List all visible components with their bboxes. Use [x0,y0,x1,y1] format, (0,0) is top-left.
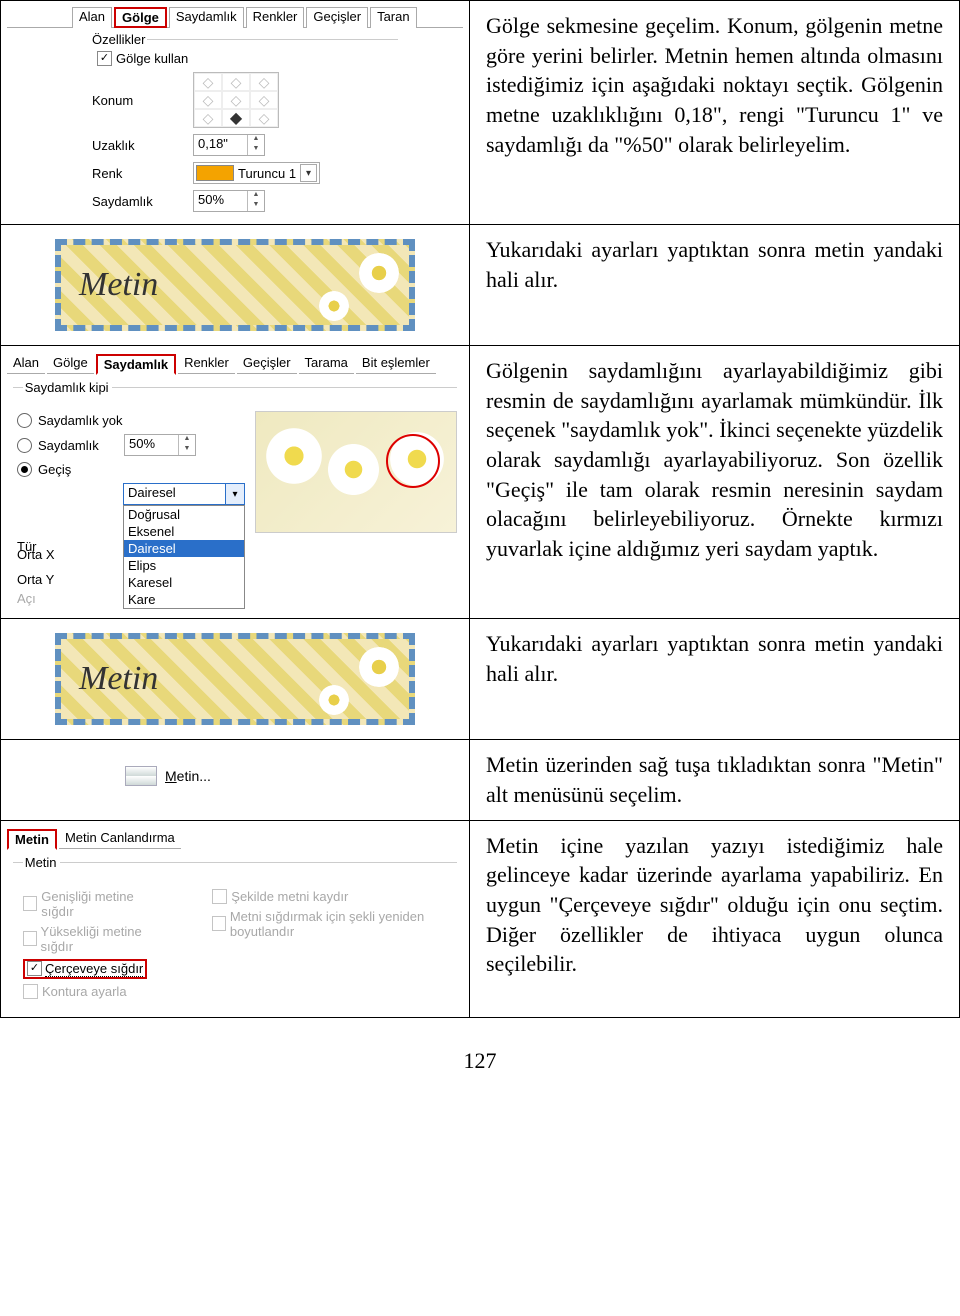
radio-pct[interactable] [17,438,32,453]
type-option[interactable]: Kare [124,591,244,608]
radio-gradient[interactable] [17,462,32,477]
tab3-saydamlik[interactable]: Saydamlık [96,354,176,375]
pct-spinner[interactable]: 50% ▲▼ [124,434,196,456]
tab3-alan[interactable]: Alan [7,354,45,374]
row3-description: Gölgenin saydamlığını ayarlayabildiğimiz… [486,356,943,564]
use-shadow-checkbox[interactable] [97,51,112,66]
fit-contour-checkbox[interactable] [23,984,38,999]
tab-renkler[interactable]: Renkler [246,7,305,28]
distance-spinner[interactable]: 0,18" ▲▼ [193,134,265,156]
tab-strip-3: Alan Gölge Saydamlık Renkler Geçişler Ta… [7,354,463,374]
resize-shape-checkbox[interactable] [212,916,226,931]
konum-label: Konum [92,93,187,108]
type-combo[interactable]: Dairesel ▾ [123,483,245,505]
type-option[interactable]: Eksenel [124,523,244,540]
wrap-text-label: Şekilde metni kaydır [231,889,348,904]
type-option-selected[interactable]: Dairesel [124,540,244,557]
tab3-bitesl[interactable]: Bit eşlemler [356,354,436,374]
pct-value: 50% [125,435,178,455]
transparency-value: 50% [194,191,247,211]
preview-thumbnail [255,411,457,533]
renk-label: Renk [92,166,187,181]
fit-frame-highlight: Çerçeveye sığdır [23,959,147,979]
type-option[interactable]: Doğrusal [124,506,244,523]
tab-golge[interactable]: Gölge [114,7,167,28]
metin-preview-box-2: Metin [55,633,415,725]
type-option[interactable]: Elips [124,557,244,574]
fit-width-label: Genişliği metine sığdır [41,889,162,919]
tab3-tarama[interactable]: Tarama [299,354,354,374]
fit-width-checkbox[interactable] [23,896,37,911]
page-number: 127 [0,1048,960,1074]
tab3-renkler[interactable]: Renkler [178,354,235,374]
transparency-tab-panel: Alan Gölge Saydamlık Renkler Geçişler Ta… [5,350,465,614]
tab-strip: Alan Gölge Saydamlık Renkler Geçişler Ta… [7,7,463,28]
chevron-down-icon[interactable]: ▾ [225,484,244,504]
text-icon [125,766,157,786]
tab6-metin[interactable]: Metin [7,829,57,850]
color-value: Turuncu 1 [238,166,296,181]
tab-alan[interactable]: Alan [72,7,112,28]
tab-tarama[interactable]: Taran [370,7,417,28]
wrap-text-checkbox[interactable] [212,889,227,904]
use-shadow-label: Gölge kullan [116,51,188,66]
color-swatch [196,165,234,181]
shadow-tab-panel: Alan Gölge Saydamlık Renkler Geçişler Ta… [5,5,465,220]
fit-height-label: Yüksekliği metine sığdır [41,924,163,954]
distance-value: 0,18" [194,135,247,155]
fit-contour-label: Kontura ayarla [42,984,127,999]
chevron-down-icon[interactable]: ▾ [300,164,317,182]
tab3-gecisler[interactable]: Geçişler [237,354,297,374]
transparency-mode-legend: Saydamlık kipi [23,380,112,395]
metin-preview-text: Metin [79,266,158,304]
radio-none[interactable] [17,413,32,428]
radio-gradient-label: Geçiş [38,462,71,477]
transparency-spinner[interactable]: 50% ▲▼ [193,190,265,212]
tab-gecisler[interactable]: Geçişler [306,7,368,28]
saydamlik-label: Saydamlık [92,194,187,209]
fit-frame-label: Çerçeveye sığdır [45,961,143,977]
tab3-golge[interactable]: Gölge [47,354,94,374]
resize-shape-label: Metni sığdırmak için şekli yeniden boyut… [230,909,463,939]
row6-description: Metin içine yazılan yazıyı istediğimiz h… [486,831,943,979]
ortay-label: Orta Y [17,572,117,587]
tab-saydamlik[interactable]: Saydamlık [169,7,244,28]
row2-description: Yukarıdaki ayarları yaptıktan sonra meti… [486,235,943,294]
properties-legend: Özellikler [92,32,147,47]
type-combo-value: Dairesel [124,484,225,504]
fit-frame-checkbox[interactable] [27,961,42,976]
color-picker[interactable]: Turuncu 1 ▾ [193,162,320,184]
uzaklik-label: Uzaklık [92,138,187,153]
metin-preview-text-2: Metin [79,660,158,698]
row4-description: Yukarıdaki ayarları yaptıktan sonra meti… [486,629,943,688]
fit-height-checkbox[interactable] [23,931,37,946]
tab6-metin-canlandirma[interactable]: Metin Canlandırma [59,829,181,849]
context-menu-label: Metin... [165,768,211,784]
ortax-label: Orta X [17,547,117,562]
position-grid[interactable]: ◇◇◇ ◇◇◇ ◇◆◇ [193,72,279,128]
text-fieldset-legend: Metin [23,855,60,870]
type-dropdown-list[interactable]: Doğrusal Eksenel Dairesel Elips Karesel … [123,505,245,609]
metin-preview-box: Metin [55,239,415,331]
text-tab-panel: Metin Metin Canlandırma Metin Genişliği … [5,825,465,1013]
radio-pct-label: Saydamlık [38,438,118,453]
tab-strip-6: Metin Metin Canlandırma [7,829,463,849]
red-circle-annotation [386,434,440,488]
radio-none-label: Saydamlık yok [38,413,123,428]
row1-description: Gölge sekmesine geçelim. Konum, gölgenin… [486,11,943,159]
context-menu-item-metin[interactable]: Metin... [117,764,353,788]
type-option[interactable]: Karesel [124,574,244,591]
row5-description: Metin üzerinden sağ tuşa tıkladıktan son… [486,750,943,809]
aci-label: Açı [17,591,117,606]
